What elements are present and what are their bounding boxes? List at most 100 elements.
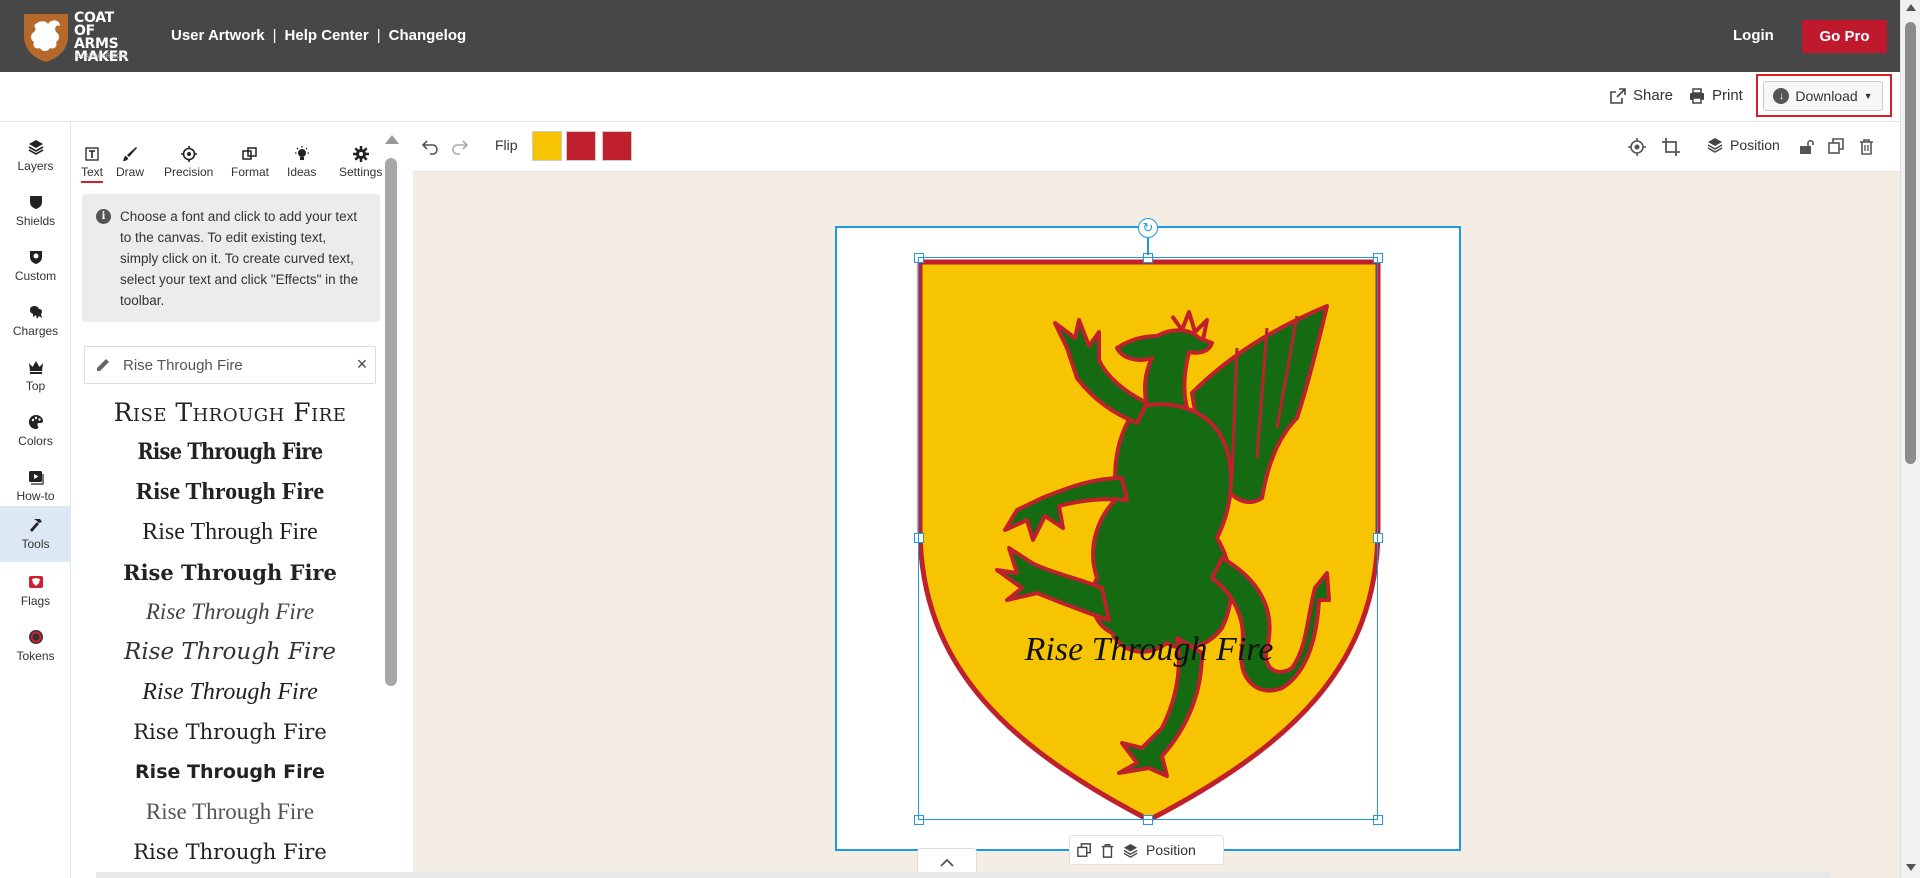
undo-icon[interactable] [421,138,439,156]
coat-of-arms-art[interactable]: Rise Through Fire [837,228,1459,849]
lightbulb-icon [294,146,309,160]
print-button[interactable]: Print [1689,87,1743,104]
trash-icon[interactable] [1858,138,1875,155]
font-sample-9[interactable]: Rise Through Fire [84,712,376,752]
target-icon[interactable] [1628,138,1646,156]
pencil-icon [97,359,109,371]
text-input[interactable] [123,355,343,375]
share-button[interactable]: Share [1610,87,1673,104]
position-button[interactable]: Position [1707,137,1780,153]
nav-links: User Artwork | Help Center | Changelog [171,27,467,44]
sidebar-item-tools[interactable]: Tools [0,506,71,562]
resize-handle-tl[interactable] [914,253,924,263]
panel-scrollbar-thumb[interactable] [385,158,397,686]
resize-handle-ml[interactable] [914,533,924,543]
top-nav: COAT OF ARMS MAKER COAMAKER.COM User Art… [0,0,1900,72]
sidebar-item-shields[interactable]: Shields [0,183,71,238]
color-swatch-red-2[interactable] [602,131,632,161]
resize-handle-bl[interactable] [914,815,924,825]
palette-icon [28,414,43,429]
page-scrollbar[interactable] [1900,0,1920,878]
font-sample-4[interactable]: Rise Through Fire [84,512,376,552]
share-icon [1610,87,1626,104]
scrollbar-thumb[interactable] [1905,22,1916,464]
duplicate-icon[interactable] [1077,842,1092,858]
dropdown-caret-icon: ▼ [1863,91,1873,101]
layers-icon [1707,138,1723,153]
shield-icon [29,195,42,209]
go-pro-button[interactable]: Go Pro [1802,20,1887,53]
color-swatch-gold[interactable] [532,131,562,161]
info-icon: i [96,209,111,224]
sidebar-item-colors[interactable]: Colors [0,403,71,458]
clear-icon[interactable]: × [353,355,371,373]
token-icon [28,629,43,644]
sidebar-item-tokens[interactable]: Tokens [0,618,71,673]
rotate-handle-icon[interactable]: ↻ [1138,218,1158,238]
crown-icon [28,360,43,374]
font-sample-11[interactable]: Rise Through Fire [84,792,376,832]
download-button[interactable]: ↓ Download ▼ [1763,81,1883,111]
selection-toolbar: Position [1069,835,1224,865]
bottom-panel-edge [96,872,1831,878]
font-sample-12[interactable]: Rise Through Fire [84,832,376,872]
logo[interactable]: COAT OF ARMS MAKER COAMAKER.COM [20,8,130,64]
hammer-icon [29,519,42,532]
brush-icon [123,147,137,161]
resize-handle-mr[interactable] [1373,533,1383,543]
tab-text[interactable]: Text [81,146,104,183]
tab-format[interactable]: Format [231,146,269,179]
panel-scrollbar[interactable] [384,135,399,878]
nav-help-center[interactable]: Help Center [285,27,369,44]
font-sample-3[interactable]: Rise Through Fire [84,472,376,512]
scroll-down-arrow-icon[interactable] [1906,864,1916,871]
video-icon [28,470,44,485]
motto-text[interactable]: Rise Through Fire [1024,631,1274,668]
font-sample-10[interactable]: Rise Through Fire [84,752,376,792]
font-sample-1[interactable]: Rise Through Fire [84,392,376,432]
tab-settings[interactable]: Settings [339,146,382,179]
sidebar-item-how-to[interactable]: How-to [0,458,71,513]
sidebar-item-layers[interactable]: Layers [0,128,71,183]
font-sample-7[interactable]: Rise Through Fire [84,632,376,672]
sidebar-item-top[interactable]: Top [0,348,71,403]
tab-draw[interactable]: Draw [116,146,144,179]
logo-subtitle: COAMAKER.COM [76,54,127,60]
unlock-icon[interactable] [1798,138,1815,155]
crop-icon[interactable] [1662,138,1680,156]
font-list: Rise Through Fire Rise Through Fire Rise… [84,392,376,872]
download-icon: ↓ [1773,88,1790,104]
font-sample-6[interactable]: Rise Through Fire [84,592,376,632]
panel-scroll-up-icon[interactable] [385,135,399,144]
resize-handle-br[interactable] [1373,815,1383,825]
duplicate-icon[interactable] [1828,138,1845,155]
tab-ideas[interactable]: Ideas [287,146,316,179]
font-sample-5[interactable]: Rise Through Fire [84,552,376,592]
selection-position-button[interactable]: Position [1146,842,1196,858]
logo-emblem-icon [24,14,68,62]
scroll-up-arrow-icon[interactable] [1906,4,1916,11]
color-swatch-red-1[interactable] [566,131,596,161]
nav-changelog[interactable]: Changelog [389,27,467,44]
flip-button[interactable]: Flip [495,137,518,153]
redo-icon[interactable] [451,138,469,156]
nav-user-artwork[interactable]: User Artwork [171,27,265,44]
gear-icon [352,146,369,162]
resize-handle-tr[interactable] [1373,253,1383,263]
tab-precision[interactable]: Precision [164,146,213,179]
sidebar-item-custom[interactable]: Custom [0,238,71,293]
resize-handle-bc[interactable] [1143,815,1153,825]
layers-icon [1123,843,1138,858]
artboard[interactable]: Rise Through Fire [835,226,1461,851]
sidebar-item-charges[interactable]: Charges [0,293,71,348]
font-sample-8[interactable]: Rise Through Fire [84,672,376,712]
font-sample-2[interactable]: Rise Through Fire [102,432,359,472]
layers-icon [28,139,43,155]
text-input-field[interactable]: × [84,346,376,384]
format-icon [242,147,257,160]
lion-icon [29,305,42,319]
info-box: i Choose a font and click to add your te… [82,194,380,322]
trash-icon[interactable] [1100,843,1115,858]
login-link[interactable]: Login [1733,27,1774,44]
sidebar-item-flags[interactable]: Flags [0,563,71,618]
